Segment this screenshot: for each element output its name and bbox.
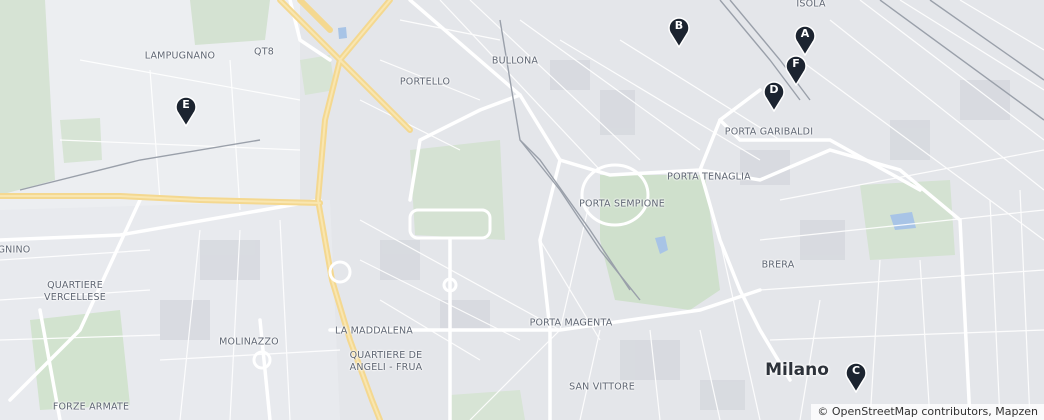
district-label-quartiere-vercellese: QUARTIERE VERCELLESE	[44, 280, 106, 303]
city-label: Milano	[765, 360, 829, 380]
district-label-quartiere-angeli-frua: QUARTIERE DE ANGELI - FRUA	[349, 350, 423, 373]
map-marker-a[interactable]: A	[793, 24, 817, 56]
map-marker-label: E	[182, 98, 190, 111]
mapzen-link[interactable]: Mapzen	[995, 405, 1038, 418]
map-marker-label: F	[792, 57, 800, 70]
district-label-molinazzo: MOLINAZZO	[219, 336, 279, 348]
district-label-porta-sempione: PORTA SEMPIONE	[579, 198, 665, 210]
copyright-symbol: ©	[817, 405, 829, 418]
map-marker-c[interactable]: C	[844, 361, 868, 393]
map-marker-b[interactable]: B	[667, 16, 691, 48]
district-label-gnino: GNINO	[0, 244, 31, 256]
attribution-separator: ,	[988, 405, 992, 418]
district-label-bullona: BULLONA	[491, 55, 539, 67]
map-marker-d[interactable]: D	[762, 80, 786, 112]
district-label-porta-magenta: PORTA MAGENTA	[529, 317, 613, 329]
map-marker-label: B	[674, 19, 684, 32]
district-label-brera: BRERA	[761, 259, 795, 271]
map-marker-label: C	[851, 364, 861, 377]
district-label-forze-armate: FORZE ARMATE	[52, 401, 130, 413]
district-label-lampugnano: LAMPUGNANO	[144, 50, 216, 62]
district-label-san-vittore: SAN VITTORE	[569, 381, 635, 393]
district-label-qt8: QT8	[254, 46, 274, 58]
district-label-porta-garibaldi: PORTA GARIBALDI	[724, 126, 814, 138]
map-marker-e[interactable]: E	[174, 95, 198, 127]
map-marker-label: A	[800, 27, 810, 40]
district-label-la-maddalena: LA MADDALENA	[335, 325, 413, 337]
openstreetmap-link[interactable]: OpenStreetMap contributors	[832, 405, 988, 418]
district-label-isola: ISOLA	[796, 0, 826, 10]
map-attribution: © OpenStreetMap contributors, Mapzen	[811, 404, 1044, 420]
district-label-portello: PORTELLO	[399, 76, 451, 88]
map-marker-label: D	[769, 83, 779, 96]
district-label-porta-tenaglia: PORTA TENAGLIA	[667, 171, 751, 183]
map-view[interactable]: ISOLA LAMPUGNANO QT8 BULLONA PORTELLO PO…	[0, 0, 1044, 420]
map-marker-f[interactable]: F	[784, 54, 808, 86]
